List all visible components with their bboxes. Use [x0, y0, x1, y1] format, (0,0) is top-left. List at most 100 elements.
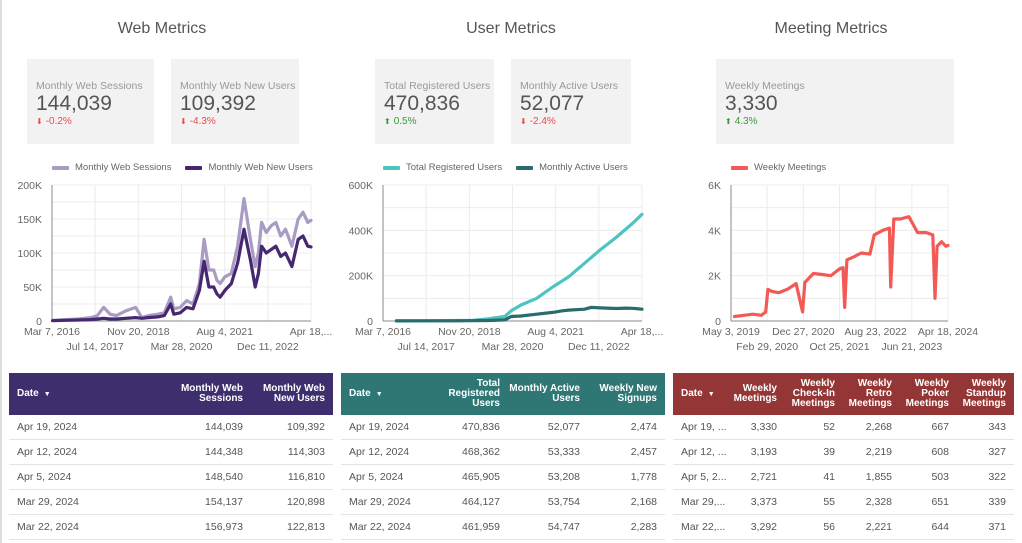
column-header[interactable]: Date ▼	[341, 387, 431, 400]
column-header[interactable]: Monthly Active Users	[508, 384, 588, 404]
legend-item[interactable]: Weekly Meetings	[731, 162, 826, 173]
cell-value: 144,348	[205, 446, 243, 458]
y-tick-label: 2K	[708, 271, 721, 283]
series-line-weekly-meetings	[732, 215, 950, 319]
y-tick-label: 6K	[708, 180, 721, 192]
table-row[interactable]: Apr 5, 2... 2,721 41 1,855 503 322	[673, 465, 1014, 490]
table-row[interactable]: Apr 19, ... 3,330 52 2,268 667 343	[673, 415, 1014, 440]
cell-value: 667	[931, 421, 949, 433]
cell-value: 2,283	[630, 521, 657, 533]
cell-date: Mar 22,...	[681, 521, 726, 533]
cell-value: 116,810	[287, 471, 325, 483]
cell-value: 339	[988, 496, 1006, 508]
scorecard-value: 470,836	[384, 92, 460, 115]
cell-date: Apr 5, 2024	[17, 471, 72, 483]
delta-value: -2.4%	[529, 116, 556, 127]
cell-value: 2,721	[750, 471, 777, 483]
column-header[interactable]: Total Registered Users	[431, 379, 508, 409]
scorecard-value: 3,330	[725, 92, 778, 115]
cell-value: 3,373	[750, 496, 777, 508]
table-row[interactable]: Apr 12, 2024 144,348 114,303	[9, 440, 333, 465]
x-tick-label: May 3, 2019	[702, 326, 760, 338]
legend-item[interactable]: Monthly Web New Users	[185, 162, 313, 173]
cell-value: 52	[823, 421, 835, 433]
user-metrics-title: User Metrics	[466, 20, 556, 37]
y-tick-label: 100K	[17, 248, 42, 260]
table-row[interactable]: Mar 29, 2024 154,137 120,898	[9, 490, 333, 515]
sort-descending-icon[interactable]: ▼	[708, 391, 715, 398]
legend-item[interactable]: Total Registered Users	[383, 162, 502, 173]
column-header[interactable]: Weekly Check-In Meetings	[785, 379, 843, 409]
table-row[interactable]: Mar 22, 2024 461,959 54,747 2,283	[341, 515, 665, 540]
scorecard-monthly-active-users: Monthly Active Users 52,077 ⬇ -2.4%	[511, 59, 631, 144]
cell-value: 2,328	[865, 496, 892, 508]
cell-date: Mar 22, 2024	[17, 521, 79, 533]
column-header[interactable]: Weekly Retro Meetings	[843, 379, 900, 409]
table-row[interactable]: Mar 22, 2024 156,973 122,813	[9, 515, 333, 540]
legend-swatch	[516, 165, 534, 170]
x-tick-label: Feb 29, 2020	[736, 341, 798, 353]
sort-descending-icon[interactable]: ▼	[44, 391, 51, 398]
table-row[interactable]: Apr 12, 2024 468,362 53,333 2,457	[341, 440, 665, 465]
scorecard-weekly-meetings: Weekly Meetings 3,330 ⬆ 4.3%	[716, 59, 954, 144]
cell-value: 2,268	[865, 421, 892, 433]
arrow-down-icon: ⬇	[520, 117, 527, 126]
cell-value: 464,127	[462, 496, 500, 508]
table-row[interactable]: Mar 29,... 3,373 55 2,328 651 339	[673, 490, 1014, 515]
delta-value: -0.2%	[45, 116, 72, 127]
x-tick-label: Aug 4, 2021	[196, 326, 253, 338]
scorecard-value: 144,039	[36, 92, 112, 115]
x-tick-label: Apr 18,...	[621, 326, 664, 338]
column-header[interactable]: Weekly Meetings	[733, 384, 785, 404]
cell-value: 41	[823, 471, 835, 483]
table-row[interactable]: Mar 22,... 3,292 56 2,221 644 371	[673, 515, 1014, 540]
user-chart-legend: Total Registered Users Monthly Active Us…	[383, 162, 628, 173]
cell-date: Apr 12, 2024	[17, 446, 78, 458]
column-header[interactable]: Weekly Standup Meetings	[957, 379, 1014, 409]
cell-value: 154,137	[205, 496, 243, 508]
x-tick-label: Jul 14, 2017	[398, 341, 455, 353]
column-header[interactable]: Monthly Web Sessions	[159, 384, 251, 404]
arrow-up-icon: ⬆	[384, 117, 391, 126]
legend-label: Total Registered Users	[406, 162, 503, 173]
scorecard-label: Total Registered Users	[384, 80, 491, 92]
cell-value: 371	[988, 521, 1006, 533]
table-row[interactable]: Apr 19, 2024 144,039 109,392	[9, 415, 333, 440]
column-header[interactable]: Monthly Web New Users	[251, 384, 333, 404]
x-tick-label: Dec 11, 2022	[568, 341, 630, 353]
cell-value: 53,208	[547, 471, 580, 483]
table-row[interactable]: Apr 5, 2024 465,905 53,208 1,778	[341, 465, 665, 490]
column-header-label: Weekly Standup Meetings	[962, 378, 1006, 409]
sort-descending-icon[interactable]: ▼	[376, 391, 383, 398]
column-header[interactable]: Weekly New Signups	[588, 384, 665, 404]
column-header[interactable]: Date ▼	[9, 387, 159, 400]
cell-value: 52,077	[547, 421, 580, 433]
column-header-label: Weekly Retro Meetings	[848, 378, 892, 409]
legend-swatch	[52, 165, 69, 170]
x-tick-label: Dec 27, 2020	[772, 326, 835, 338]
table-row[interactable]: Apr 19, 2024 470,836 52,077 2,474	[341, 415, 665, 440]
table-row[interactable]: Apr 12, ... 3,193 39 2,219 608 327	[673, 440, 1014, 465]
delta-value: 4.3%	[734, 116, 758, 127]
legend-item[interactable]: Monthly Active Users	[516, 162, 628, 173]
legend-label: Weekly Meetings	[754, 162, 827, 173]
column-header-label: Date	[17, 387, 39, 399]
cell-value: 109,392	[287, 421, 325, 433]
user-metrics-table: Date ▼ Total Registered Users Monthly Activ…	[341, 373, 665, 540]
x-tick-label: Mar 7, 2016	[355, 326, 411, 338]
scorecard-value: 52,077	[520, 92, 585, 115]
cell-value: 39	[823, 446, 835, 458]
x-tick-label: Nov 20, 2018	[107, 326, 170, 338]
column-header[interactable]: Date ▼	[673, 388, 733, 400]
table-row[interactable]: Apr 5, 2024 148,540 116,810	[9, 465, 333, 490]
legend-swatch	[731, 165, 748, 170]
cell-value: 120,898	[287, 496, 325, 508]
column-header[interactable]: Weekly Poker Meetings	[900, 379, 957, 409]
x-tick-label: Mar 28, 2020	[151, 341, 213, 353]
scorecard-label: Monthly Active Users	[520, 80, 619, 92]
legend-label: Monthly Web Sessions	[75, 162, 172, 173]
column-header-label: Date	[349, 387, 371, 399]
cell-value: 644	[931, 521, 949, 533]
table-row[interactable]: Mar 29, 2024 464,127 53,754 2,168	[341, 490, 665, 515]
legend-item[interactable]: Monthly Web Sessions	[52, 162, 171, 173]
